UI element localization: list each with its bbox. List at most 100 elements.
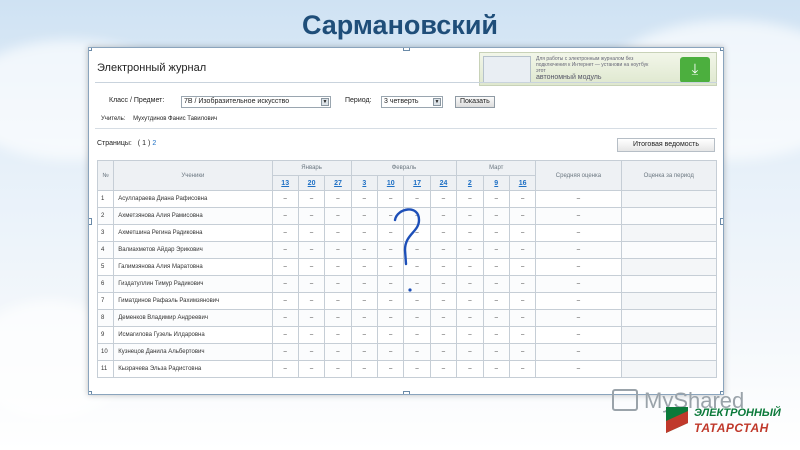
grade-cell[interactable]: –: [324, 258, 352, 276]
summary-report-button[interactable]: Итоговая ведомость: [617, 138, 715, 152]
resize-handle[interactable]: [720, 218, 723, 225]
grade-cell[interactable]: –: [482, 275, 510, 293]
resize-handle[interactable]: [403, 391, 410, 394]
grade-cell[interactable]: –: [429, 292, 458, 310]
grade-cell[interactable]: –: [271, 292, 299, 310]
grade-cell[interactable]: –: [482, 309, 510, 327]
grade-cell[interactable]: –: [350, 275, 379, 293]
grade-cell[interactable]: –: [456, 326, 484, 344]
grade-cell[interactable]: –: [508, 360, 537, 378]
grade-cell[interactable]: –: [482, 224, 510, 242]
period-select[interactable]: 3 четверть ▼: [381, 96, 443, 108]
grade-cell[interactable]: –: [456, 207, 484, 225]
grade-cell[interactable]: –: [324, 292, 352, 310]
grade-cell[interactable]: –: [377, 309, 405, 327]
resize-handle[interactable]: [720, 48, 723, 51]
grade-cell[interactable]: –: [456, 258, 484, 276]
grade-cell[interactable]: –: [456, 292, 484, 310]
grade-cell[interactable]: –: [271, 224, 299, 242]
grade-cell[interactable]: –: [297, 309, 326, 327]
period-grade-cell[interactable]: [620, 190, 718, 208]
resize-handle[interactable]: [403, 48, 410, 51]
grade-cell[interactable]: –: [297, 292, 326, 310]
grade-cell[interactable]: –: [508, 309, 537, 327]
grade-cell[interactable]: –: [508, 292, 537, 310]
grade-cell[interactable]: –: [482, 207, 510, 225]
grade-cell[interactable]: –: [508, 326, 537, 344]
grade-cell[interactable]: –: [350, 190, 379, 208]
grade-cell[interactable]: –: [403, 326, 431, 344]
grade-cell[interactable]: –: [350, 326, 379, 344]
grade-cell[interactable]: –: [403, 360, 431, 378]
grade-cell[interactable]: –: [429, 224, 458, 242]
period-grade-cell[interactable]: [620, 275, 718, 293]
chevron-down-icon[interactable]: ▼: [433, 98, 441, 106]
grade-cell[interactable]: –: [271, 190, 299, 208]
grade-cell[interactable]: –: [271, 326, 299, 344]
grade-cell[interactable]: –: [508, 190, 537, 208]
grade-cell[interactable]: –: [429, 360, 458, 378]
grade-cell[interactable]: –: [324, 343, 352, 361]
lesson-date-link[interactable]: 9: [482, 175, 510, 191]
grade-cell[interactable]: –: [324, 207, 352, 225]
grade-cell[interactable]: –: [324, 224, 352, 242]
show-button[interactable]: Показать: [455, 96, 495, 108]
lesson-date-link[interactable]: 24: [429, 175, 458, 191]
resize-handle[interactable]: [89, 218, 92, 225]
lesson-date-link[interactable]: 16: [508, 175, 537, 191]
grade-cell[interactable]: –: [271, 343, 299, 361]
grade-cell[interactable]: –: [297, 275, 326, 293]
period-grade-cell[interactable]: [620, 343, 718, 361]
grade-cell[interactable]: –: [271, 275, 299, 293]
grade-cell[interactable]: –: [377, 326, 405, 344]
grade-cell[interactable]: –: [429, 343, 458, 361]
grade-cell[interactable]: –: [271, 360, 299, 378]
grade-cell[interactable]: –: [350, 224, 379, 242]
grade-cell[interactable]: –: [377, 343, 405, 361]
grade-cell[interactable]: –: [350, 241, 379, 259]
grade-cell[interactable]: –: [429, 258, 458, 276]
grade-cell[interactable]: –: [297, 258, 326, 276]
grade-cell[interactable]: –: [482, 360, 510, 378]
grade-cell[interactable]: –: [508, 258, 537, 276]
lesson-date-link[interactable]: 20: [297, 175, 326, 191]
grade-cell[interactable]: –: [429, 309, 458, 327]
period-grade-cell[interactable]: [620, 207, 718, 225]
grade-cell[interactable]: –: [350, 360, 379, 378]
grade-cell[interactable]: –: [456, 309, 484, 327]
lesson-date-link[interactable]: 3: [350, 175, 379, 191]
grade-cell[interactable]: –: [403, 343, 431, 361]
grade-cell[interactable]: –: [456, 360, 484, 378]
grade-cell[interactable]: –: [297, 207, 326, 225]
lesson-date-link[interactable]: 27: [324, 175, 352, 191]
grade-cell[interactable]: –: [377, 360, 405, 378]
grade-cell[interactable]: –: [456, 241, 484, 259]
grade-cell[interactable]: –: [297, 343, 326, 361]
grade-cell[interactable]: –: [482, 292, 510, 310]
lesson-date-link[interactable]: 13: [271, 175, 299, 191]
grade-cell[interactable]: –: [429, 241, 458, 259]
period-grade-cell[interactable]: [620, 224, 718, 242]
grade-cell[interactable]: –: [324, 241, 352, 259]
grade-cell[interactable]: –: [456, 224, 484, 242]
grade-cell[interactable]: –: [429, 275, 458, 293]
grade-cell[interactable]: –: [456, 275, 484, 293]
grade-cell[interactable]: –: [271, 258, 299, 276]
page-link-2[interactable]: 2: [152, 140, 156, 147]
grade-cell[interactable]: –: [508, 343, 537, 361]
grade-cell[interactable]: –: [508, 207, 537, 225]
download-icon[interactable]: ⤓: [680, 57, 710, 83]
grade-cell[interactable]: –: [324, 309, 352, 327]
grade-cell[interactable]: –: [350, 292, 379, 310]
grade-cell[interactable]: –: [271, 207, 299, 225]
offline-module-banner[interactable]: Для работы с электронным журналом без по…: [479, 52, 717, 86]
grade-cell[interactable]: –: [350, 258, 379, 276]
grade-cell[interactable]: –: [324, 326, 352, 344]
grade-cell[interactable]: –: [429, 190, 458, 208]
grade-cell[interactable]: –: [350, 309, 379, 327]
grade-cell[interactable]: –: [482, 258, 510, 276]
grade-cell[interactable]: –: [350, 343, 379, 361]
grade-cell[interactable]: –: [324, 190, 352, 208]
period-grade-cell[interactable]: [620, 292, 718, 310]
grade-cell[interactable]: –: [456, 343, 484, 361]
